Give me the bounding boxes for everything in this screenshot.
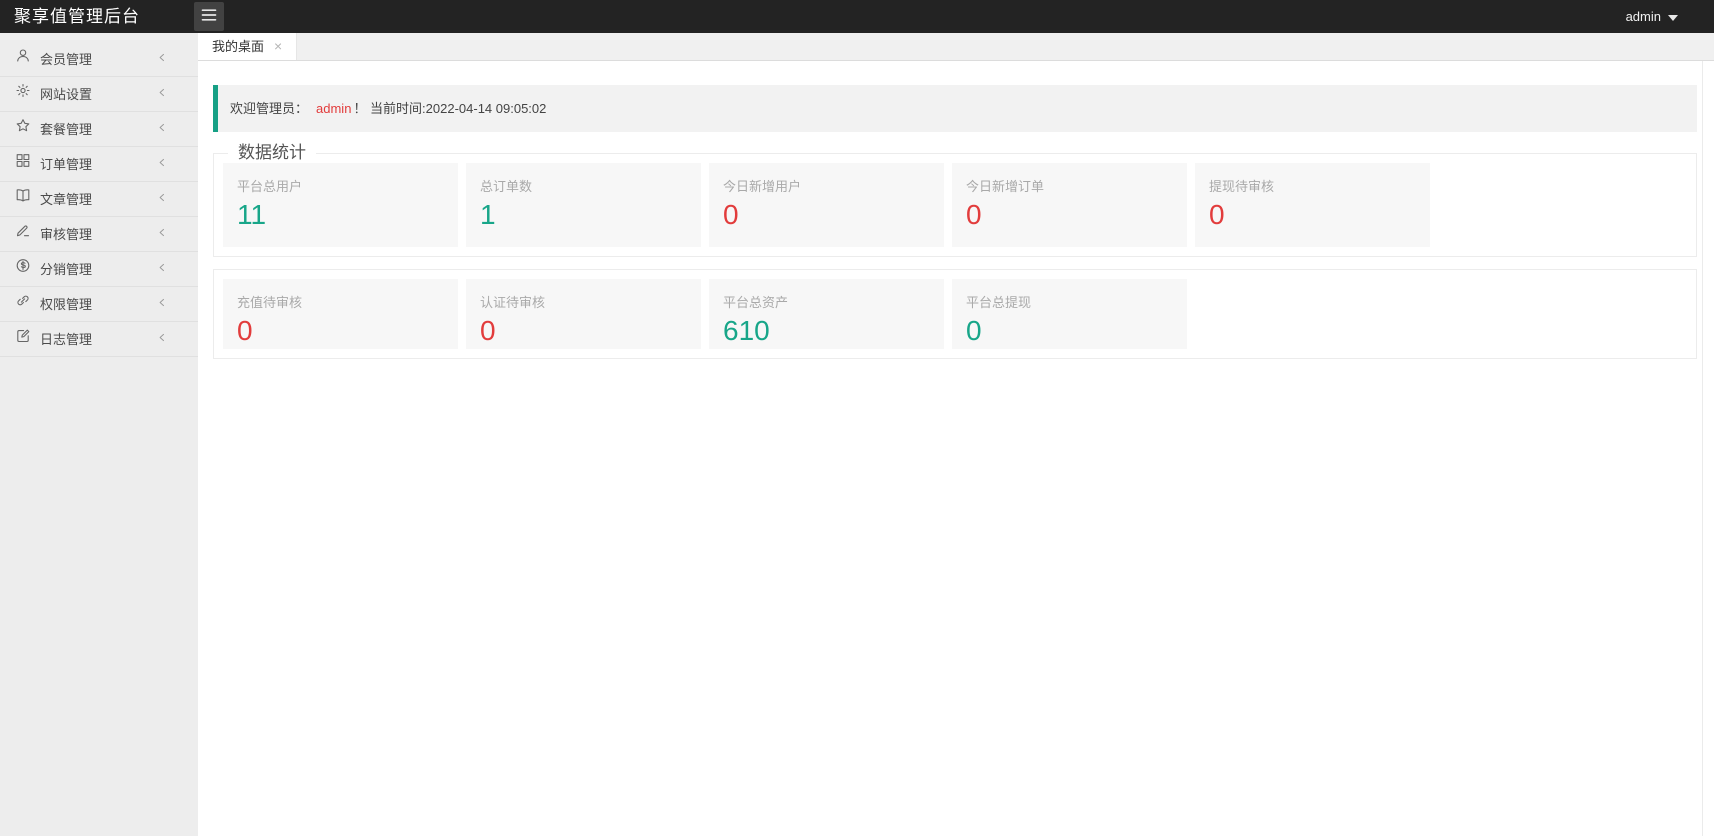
chevron-left-icon	[157, 112, 168, 147]
stat-cards-row2: 充值待审核 0 认证待审核 0 平台总资产 610 平台总提现 0	[223, 279, 1687, 349]
stat-card-label: 平台总用户	[237, 176, 444, 195]
sidebar-item-label: 分销管理	[40, 262, 92, 277]
stat-card: 认证待审核 0	[466, 279, 701, 349]
stat-card-value: 1	[480, 201, 687, 229]
stat-card: 今日新增用户 0	[709, 163, 944, 247]
sidebar-item-site-settings[interactable]: 网站设置	[0, 77, 198, 112]
sidebar-item-label: 订单管理	[40, 157, 92, 172]
welcome-suffix: ！ 当前时间:2022-04-14 09:05:02	[353, 101, 546, 116]
stat-card: 平台总资产 610	[709, 279, 944, 349]
chevron-left-icon	[157, 322, 168, 357]
sidebar-item-members[interactable]: 会员管理	[0, 42, 198, 77]
gear-icon	[15, 77, 31, 112]
sidebar-item-packages[interactable]: 套餐管理	[0, 112, 198, 147]
chevron-left-icon	[157, 42, 168, 77]
topbar: 聚享值管理后台 admin	[0, 0, 1714, 33]
sidebar-toggle-button[interactable]	[194, 2, 224, 31]
stat-card-value: 11	[237, 201, 444, 229]
sidebar-item-label: 日志管理	[40, 332, 92, 347]
stat-card-value: 0	[723, 201, 930, 229]
stats-panel-row2: 充值待审核 0 认证待审核 0 平台总资产 610 平台总提现 0	[213, 269, 1697, 359]
chevron-left-icon	[157, 77, 168, 112]
sidebar-item-label: 文章管理	[40, 192, 92, 207]
chevron-left-icon	[157, 287, 168, 322]
stat-card-label: 今日新增订单	[966, 176, 1173, 195]
sidebar-item-label: 套餐管理	[40, 122, 92, 137]
welcome-banner: 欢迎管理员： admin！ 当前时间:2022-04-14 09:05:02	[213, 85, 1697, 132]
sidebar: 会员管理网站设置套餐管理订单管理文章管理审核管理分销管理权限管理日志管理	[0, 33, 198, 836]
username: admin	[1626, 9, 1661, 24]
stat-card-label: 平台总资产	[723, 292, 930, 311]
app-title: 聚享值管理后台	[14, 0, 140, 33]
link-icon	[15, 287, 31, 322]
stat-card-label: 总订单数	[480, 176, 687, 195]
main-content: 欢迎管理员： admin！ 当前时间:2022-04-14 09:05:02 数据…	[198, 61, 1714, 836]
stat-card-value: 0	[966, 201, 1173, 229]
stats-panel-row1: 数据统计 平台总用户11总订单数1今日新增用户0今日新增订单0提现待审核0	[213, 153, 1697, 257]
dollar-circle-icon	[15, 252, 31, 287]
stat-card: 提现待审核 0	[1195, 163, 1430, 247]
stat-card-label: 提现待审核	[1209, 176, 1416, 195]
stat-card-value: 0	[480, 317, 687, 345]
stat-card-label: 今日新增用户	[723, 176, 930, 195]
chevron-left-icon	[157, 217, 168, 252]
stat-card-value: 610	[723, 317, 930, 345]
tab-my-desktop[interactable]: 我的桌面 ×	[198, 33, 297, 60]
stat-card: 总订单数 1	[466, 163, 701, 247]
stat-card: 今日新增订单 0	[952, 163, 1187, 247]
sidebar-item-distribution[interactable]: 分销管理	[0, 252, 198, 287]
sidebar-item-label: 会员管理	[40, 52, 92, 67]
star-icon	[15, 112, 31, 147]
grid-icon	[15, 147, 31, 182]
stat-card-value: 0	[966, 317, 1173, 345]
sidebar-item-orders[interactable]: 订单管理	[0, 147, 198, 182]
close-icon[interactable]: ×	[274, 38, 282, 54]
stat-card-value: 0	[1209, 201, 1416, 229]
sidebar-menu: 会员管理网站设置套餐管理订单管理文章管理审核管理分销管理权限管理日志管理	[0, 33, 198, 357]
welcome-prefix: 欢迎管理员：	[230, 101, 308, 116]
stat-card-label: 平台总提现	[966, 292, 1173, 311]
tab-label: 我的桌面	[212, 39, 264, 54]
sidebar-item-permissions[interactable]: 权限管理	[0, 287, 198, 322]
audit-pen-icon	[15, 217, 31, 252]
sidebar-item-logs[interactable]: 日志管理	[0, 322, 198, 357]
user-menu[interactable]: admin	[1626, 0, 1678, 33]
sidebar-item-label: 权限管理	[40, 297, 92, 312]
stat-card: 平台总提现 0	[952, 279, 1187, 349]
stat-card-value: 0	[237, 317, 444, 345]
sidebar-item-articles[interactable]: 文章管理	[0, 182, 198, 217]
chevron-left-icon	[157, 252, 168, 287]
welcome-username: admin	[316, 101, 351, 116]
stat-cards-row1: 平台总用户 11 总订单数 1 今日新增用户 0 今日新增订单 0 提现待审核 0	[223, 163, 1687, 247]
tab-bar: 我的桌面 ×	[198, 33, 1714, 61]
edit-square-icon	[15, 322, 31, 357]
book-icon	[15, 182, 31, 217]
chevron-left-icon	[157, 182, 168, 217]
user-icon	[15, 42, 31, 77]
content-right-divider	[1702, 61, 1703, 836]
sidebar-item-label: 网站设置	[40, 87, 92, 102]
stat-card-label: 充值待审核	[237, 292, 444, 311]
sidebar-item-audit[interactable]: 审核管理	[0, 217, 198, 252]
sidebar-item-label: 审核管理	[40, 227, 92, 242]
hamburger-icon	[201, 8, 217, 25]
section-title: 数据统计	[228, 143, 316, 163]
stat-card-label: 认证待审核	[480, 292, 687, 311]
caret-down-icon	[1668, 15, 1678, 21]
stat-card: 充值待审核 0	[223, 279, 458, 349]
chevron-left-icon	[157, 147, 168, 182]
stat-card: 平台总用户 11	[223, 163, 458, 247]
